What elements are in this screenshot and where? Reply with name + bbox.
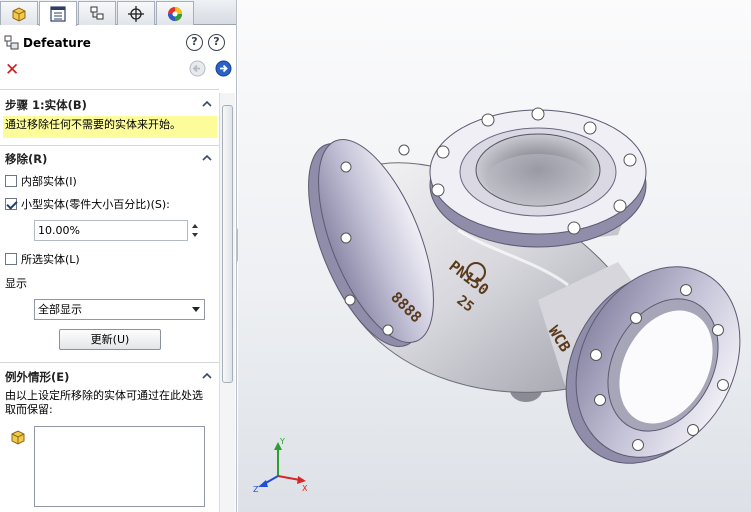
page-title: Defeature <box>23 36 91 50</box>
small-bodies-option[interactable]: 小型实体(零件大小百分比)(S): <box>5 196 170 212</box>
display-select-value: 全部显示 <box>38 303 82 316</box>
tab-property-manager[interactable] <box>39 1 77 26</box>
spin-arrows-icon[interactable] <box>188 220 202 241</box>
triad-y-label: Y <box>279 437 285 446</box>
divider <box>0 145 219 146</box>
percent-input[interactable]: 10.00% <box>34 220 188 241</box>
selected-bodies-option[interactable]: 所选实体(L) <box>5 251 80 267</box>
divider <box>0 89 219 90</box>
exceptions-selection-box[interactable] <box>34 426 205 507</box>
chevron-up-icon[interactable] <box>202 153 212 163</box>
scrollbar-thumb[interactable] <box>222 105 233 383</box>
coordinate-triad: Y X Z <box>253 437 308 494</box>
exceptions-heading[interactable]: 例外情形(E) <box>5 369 69 385</box>
remove-heading[interactable]: 移除(R) <box>5 151 47 167</box>
divider <box>0 362 219 363</box>
config-icon <box>90 6 104 19</box>
valve-model[interactable]: 8888 PN150 25 WCB <box>238 0 751 512</box>
display-label: 显示 <box>5 277 27 290</box>
property-manager-title-bar: Defeature ? ? <box>0 30 236 56</box>
step1-heading[interactable]: 步骤 1:实体(B) <box>5 97 87 113</box>
cube-icon <box>12 6 26 22</box>
tab-feature-manager[interactable] <box>0 1 38 25</box>
chevron-up-icon[interactable] <box>202 371 212 381</box>
chevron-down-icon <box>192 307 200 312</box>
graphics-viewport[interactable]: 8888 PN150 25 WCB Y X Z <box>238 0 751 512</box>
update-button[interactable]: 更新(U) <box>59 329 161 350</box>
exceptions-description: 由以上设定所移除的实体可通过在此处选取而保留: <box>5 389 203 416</box>
selected-bodies-label: 所选实体(L) <box>21 253 80 266</box>
defeature-icon <box>4 35 19 50</box>
internal-bodies-checkbox[interactable] <box>5 175 17 187</box>
help-whatsnew-icon[interactable]: ? <box>186 34 203 51</box>
triad-x-label: X <box>302 484 308 493</box>
manager-tab-bar <box>0 0 236 26</box>
display-select[interactable]: 全部显示 <box>34 299 205 320</box>
selected-bodies-checkbox[interactable] <box>5 253 17 265</box>
internal-bodies-label: 内部实体(I) <box>21 175 77 188</box>
small-bodies-checkbox[interactable] <box>5 198 17 210</box>
crosshair-icon <box>128 5 144 22</box>
help-icon[interactable]: ? <box>208 34 225 51</box>
body-selection-icon <box>11 430 25 445</box>
triad-z-label: Z <box>253 485 259 494</box>
next-icon[interactable] <box>215 60 232 77</box>
property-manager-panel: Defeature ? ? ✕ 步骤 1:实体(B) 通过移除任何不需要的实体来… <box>0 0 237 512</box>
chevron-up-icon[interactable] <box>202 99 212 109</box>
internal-bodies-option[interactable]: 内部实体(I) <box>5 173 77 189</box>
tab-configuration-manager[interactable] <box>78 1 116 25</box>
step1-hint: 通过移除任何不需要的实体来开始。 <box>3 116 217 138</box>
top-flange <box>429 107 647 248</box>
back-icon[interactable] <box>189 60 206 77</box>
tab-display-manager[interactable] <box>156 1 194 25</box>
cancel-icon[interactable]: ✕ <box>5 60 19 80</box>
panel-scrollbar[interactable] <box>219 93 235 512</box>
small-bodies-label: 小型实体(零件大小百分比)(S): <box>21 198 170 211</box>
tab-dimxpert-manager[interactable] <box>117 1 155 25</box>
list-icon <box>50 6 66 22</box>
color-wheel-icon <box>168 6 182 21</box>
